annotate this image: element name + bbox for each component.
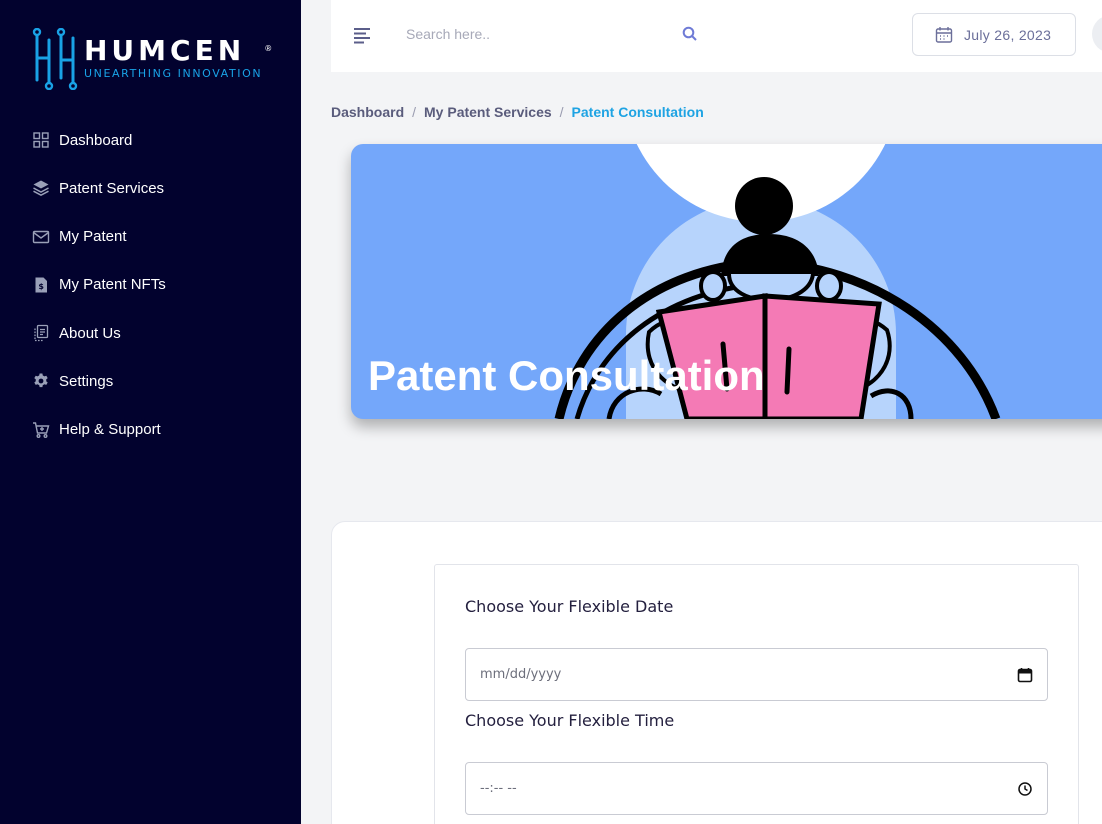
sidebar-item-patent-services[interactable]: Patent Services [32,174,166,202]
top-header: July 26, 2023 [331,0,1102,72]
search-input[interactable] [406,20,706,48]
sidebar-item-label: About Us [59,324,121,342]
sidebar: HUMCEN ® UNEARTHING INNOVATION Dashboard … [0,0,301,824]
sidebar-item-label: Patent Services [59,179,165,197]
brand-tagline: UNEARTHING INNOVATION [84,67,263,80]
search-icon[interactable] [681,25,699,43]
sidebar-item-label: My Patent [59,228,127,246]
date-label: Choose Your Flexible Date [465,597,674,616]
calendar-picker-icon[interactable] [1017,667,1033,683]
sidebar-item-help-support[interactable]: Help & Support [32,416,166,444]
sidebar-item-label: Help & Support [59,421,161,439]
grid-icon [32,131,50,149]
sidebar-item-label: Dashboard [59,131,133,149]
breadcrumb-current: Patent Consultation [571,104,704,120]
current-date: July 26, 2023 [964,26,1052,43]
dollar-file-icon: $ [32,276,50,294]
sidebar-item-my-patent[interactable]: My Patent [32,223,166,251]
date-field[interactable]: mm/dd/yyyy [465,648,1048,701]
breadcrumb-my-patent-services[interactable]: My Patent Services [424,104,552,120]
avatar[interactable] [1092,15,1102,53]
time-label: Choose Your Flexible Time [465,711,675,730]
humcen-logo-icon [32,28,78,90]
clock-icon[interactable] [1017,781,1033,797]
mail-icon [32,228,50,246]
sidebar-item-label: Settings [59,372,114,390]
page-banner: Patent Consultation [351,144,1102,419]
page-title: Patent Consultation [368,352,765,399]
calendar-icon [935,26,953,43]
sidebar-nav: Dashboard Patent Services My Patent $ My… [32,126,166,464]
layers-icon [32,179,50,197]
sidebar-item-about-us[interactable]: About Us [32,319,166,347]
breadcrumb-separator: / [559,104,564,120]
brand-name: HUMCEN ® [84,34,273,67]
sidebar-item-dashboard[interactable]: Dashboard [32,126,166,154]
copy-icon [32,324,50,342]
breadcrumb-separator: / [412,104,417,120]
svg-text:$: $ [38,282,44,291]
time-placeholder: --:-- -- [480,781,517,796]
date-placeholder: mm/dd/yyyy [480,667,562,682]
breadcrumb-dashboard[interactable]: Dashboard [331,104,404,120]
menu-toggle-icon[interactable] [352,26,372,44]
breadcrumb: Dashboard / My Patent Services / Patent … [331,104,704,120]
sidebar-item-settings[interactable]: Settings [32,367,166,395]
date-display[interactable]: July 26, 2023 [912,13,1076,56]
cart-icon [32,421,50,439]
sidebar-item-label: My Patent NFTs [59,276,166,294]
sidebar-item-my-patent-nfts[interactable]: $ My Patent NFTs [32,271,166,299]
brand-logo[interactable]: HUMCEN ® UNEARTHING INNOVATION [32,28,273,90]
time-field[interactable]: --:-- -- [465,762,1048,815]
gear-icon [32,372,50,390]
